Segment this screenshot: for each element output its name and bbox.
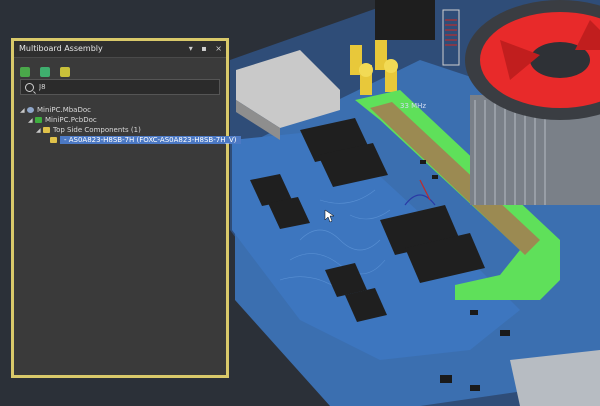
multiboard-assembly-panel: Multiboard Assembly ▾ ▪ × ◢MiniPC.MbaDoc… — [11, 38, 241, 378]
tree-node-label: MiniPC.PcbDoc — [45, 116, 97, 124]
header-connector — [375, 0, 435, 40]
board-silkscreen-label: 33 MHz — [400, 102, 426, 110]
cpu-cooler — [465, 0, 600, 205]
tree-node-assembly[interactable]: ◢ MiniPC.MbaDoc — [14, 105, 226, 115]
component-icon — [50, 137, 57, 143]
pin-icon[interactable]: ▪ — [201, 44, 206, 53]
tree-node-label: Top Side Components (1) — [53, 126, 141, 134]
pcb-doc-icon — [35, 117, 42, 123]
assembly-tree: ◢ MiniPC.MbaDoc ◢ MiniPC.PcbDoc ◢ Top Side … — [14, 105, 241, 145]
panel-title-bar: Multiboard Assembly ▾ ▪ × — [14, 41, 226, 58]
search-box[interactable] — [20, 79, 220, 95]
tree-node-label-selected: - AS0A823-H8SB-7H (FOXC-AS0A823-H8SB-7H_… — [60, 136, 241, 144]
tree-node-top-side-components[interactable]: ◢ Top Side Components (1) — [14, 125, 226, 135]
panel-title: Multiboard Assembly — [19, 44, 103, 53]
tree-node-pcbdoc[interactable]: ◢ MiniPC.PcbDoc — [14, 115, 226, 125]
refresh-icon[interactable] — [20, 66, 30, 77]
assembly-icon — [27, 107, 34, 113]
tree-node-component[interactable]: - AS0A823-H8SB-7H (FOXC-AS0A823-H8SB-7H_… — [14, 135, 241, 145]
board-icon[interactable] — [40, 66, 51, 77]
close-icon[interactable]: × — [215, 44, 222, 53]
search-icon — [25, 82, 34, 92]
panel-toolbar — [14, 58, 226, 77]
filter-icon[interactable] — [60, 66, 71, 77]
panel-menu-icon[interactable]: ▾ — [189, 44, 193, 53]
tree-node-label: MiniPC.MbaDoc — [37, 106, 91, 114]
folder-icon — [43, 127, 50, 133]
search-input[interactable] — [39, 83, 189, 91]
